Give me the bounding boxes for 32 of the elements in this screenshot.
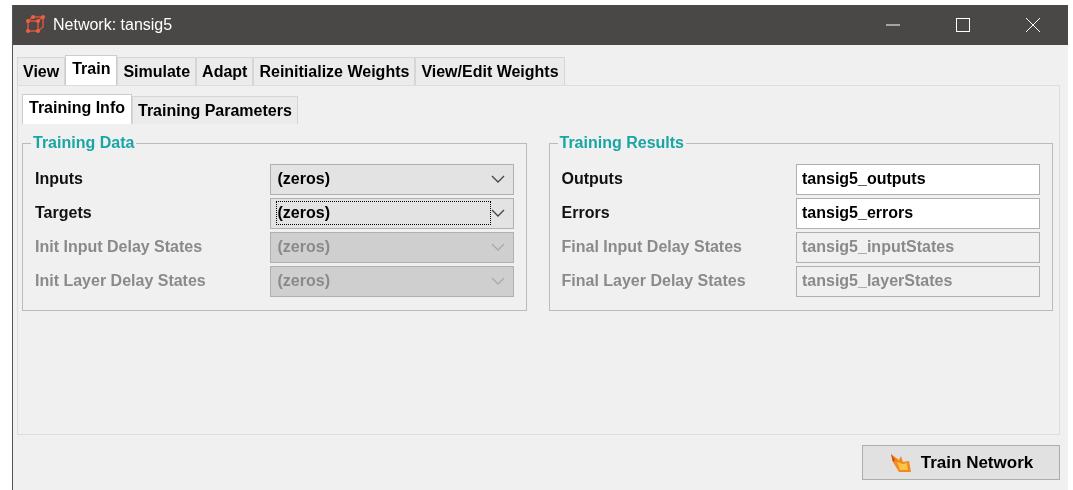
dropdown[interactable]: (zeros) (269, 163, 514, 195)
tab[interactable]: View/Edit Weights (415, 57, 565, 85)
chevron-down-icon (490, 175, 505, 183)
chevron-down-icon (490, 209, 505, 217)
maximize-icon (955, 17, 971, 33)
tab[interactable]: Simulate (117, 57, 197, 85)
field-label: Targets (35, 204, 93, 222)
chevron-down-icon (490, 277, 505, 285)
input-field[interactable]: tansig5_outputs (796, 163, 1040, 195)
network-icon (25, 15, 45, 35)
field-label: Init Input Delay States (35, 238, 204, 256)
train-network-button[interactable]: Train Network (862, 445, 1060, 480)
field-label: Final Input Delay States (561, 238, 743, 256)
group-title: Training Results (558, 134, 685, 152)
field-label: Init Layer Delay States (35, 272, 207, 290)
tab[interactable]: Training Parameters (132, 96, 298, 124)
group-title: Training Data (32, 134, 136, 152)
dropdown[interactable]: (zeros) (269, 197, 514, 229)
tab[interactable]: Training Info (22, 94, 132, 124)
window-title: Network: tansig5 (53, 16, 174, 34)
input-field[interactable]: tansig5_errors (796, 197, 1040, 229)
tab[interactable]: Train (65, 55, 118, 85)
field-label: Inputs (35, 170, 84, 188)
chevron-down-icon (490, 243, 505, 251)
field-label: Errors (561, 204, 611, 222)
tab[interactable]: Reinitialize Weights (253, 57, 416, 85)
tab[interactable]: Adapt (196, 57, 254, 85)
field-label: Final Layer Delay States (561, 272, 747, 290)
close-icon (1025, 17, 1041, 33)
minimize-icon (885, 24, 901, 26)
tab[interactable]: View (17, 57, 66, 85)
field-label: Outputs (561, 170, 624, 188)
